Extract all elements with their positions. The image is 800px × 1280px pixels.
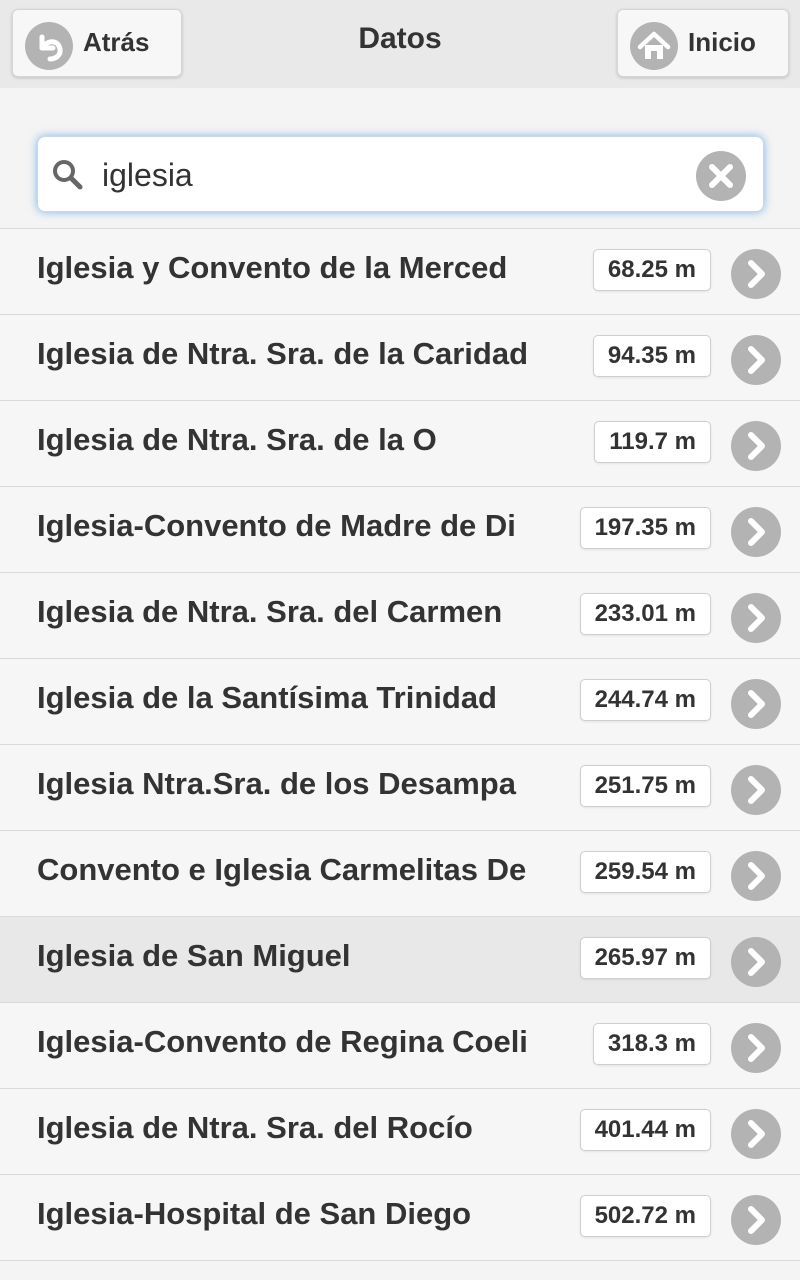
home-button[interactable]: Inicio xyxy=(617,9,789,77)
chevron-right-icon xyxy=(731,1023,781,1073)
distance-badge: 265.97 m xyxy=(579,937,711,979)
list-item[interactable]: Iglesia de Ntra. Sra. de la O 119.7 m xyxy=(0,401,800,487)
distance-badge: 119.7 m xyxy=(594,421,711,463)
list-item-name: Iglesia de Ntra. Sra. del Rocío xyxy=(37,1110,473,1145)
list-item[interactable]: Iglesia-Hospital de San Diego 502.72 m xyxy=(0,1175,800,1261)
home-icon xyxy=(630,22,678,70)
distance-badge: 68.25 m xyxy=(592,249,711,291)
search-icon xyxy=(53,160,83,190)
clear-icon[interactable] xyxy=(696,151,746,201)
distance-badge: 502.72 m xyxy=(579,1195,711,1237)
list-item[interactable]: Iglesia de San Miguel 265.97 m xyxy=(0,917,800,1003)
chevron-right-icon xyxy=(731,679,781,729)
list-item-name: Convento e Iglesia Carmelitas De xyxy=(37,852,527,887)
distance-badge: 244.74 m xyxy=(579,679,711,721)
list-item-name: Iglesia de San Miguel xyxy=(37,938,351,973)
distance-badge: 94.35 m xyxy=(592,335,711,377)
chevron-right-icon xyxy=(731,593,781,643)
list-item[interactable]: Iglesia Ntra.Sra. de los Desampa 251.75 … xyxy=(0,745,800,831)
list-item-name: Iglesia de la Santísima Trinidad xyxy=(37,680,497,715)
list-item-name: Iglesia de Ntra. Sra. del Carmen xyxy=(37,594,503,629)
list-item[interactable]: Iglesia de Ntra. Sra. del Carmen 233.01 … xyxy=(0,573,800,659)
list-item[interactable]: Convento e Iglesia Carmelitas De 259.54 … xyxy=(0,831,800,917)
chevron-right-icon xyxy=(731,335,781,385)
chevron-right-icon xyxy=(731,421,781,471)
distance-badge: 197.35 m xyxy=(579,507,711,549)
list-item[interactable]: Iglesia-Convento de Regina Coeli 318.3 m xyxy=(0,1003,800,1089)
list-item[interactable]: Iglesia de la Santísima Trinidad 244.74 … xyxy=(0,659,800,745)
search-bar xyxy=(0,88,800,229)
distance-badge: 233.01 m xyxy=(579,593,711,635)
list-item[interactable]: Iglesia de Ntra. Sra. del Rocío 401.44 m xyxy=(0,1089,800,1175)
list-item-name: Iglesia Ntra.Sra. de los Desampa xyxy=(37,766,516,801)
search-box[interactable] xyxy=(37,136,764,212)
distance-badge: 259.54 m xyxy=(579,851,711,893)
list-item-name: Iglesia-Convento de Regina Coeli xyxy=(37,1024,528,1059)
chevron-right-icon xyxy=(731,1195,781,1245)
distance-badge: 318.3 m xyxy=(592,1023,711,1065)
chevron-right-icon xyxy=(731,937,781,987)
chevron-right-icon xyxy=(731,249,781,299)
chevron-right-icon xyxy=(731,507,781,557)
list-item-name: Iglesia de Ntra. Sra. de la O xyxy=(37,422,437,457)
list-item-name: Iglesia y Convento de la Merced xyxy=(37,250,508,285)
chevron-right-icon xyxy=(731,765,781,815)
list-item[interactable]: Iglesia-Convento de Madre de Di 197.35 m xyxy=(0,487,800,573)
list-item-name: Iglesia-Convento de Madre de Di xyxy=(37,508,516,543)
distance-badge: 401.44 m xyxy=(579,1109,711,1151)
list-item-name: Iglesia de Ntra. Sra. de la Caridad xyxy=(37,336,529,371)
list-item-name: Iglesia-Hospital de San Diego xyxy=(37,1196,472,1231)
header-bar: Atrás Datos Inicio xyxy=(0,0,800,89)
chevron-right-icon xyxy=(731,851,781,901)
distance-badge: 251.75 m xyxy=(579,765,711,807)
search-input[interactable] xyxy=(100,151,664,199)
chevron-right-icon xyxy=(731,1109,781,1159)
home-button-label: Inicio xyxy=(688,27,756,57)
results-list: Iglesia y Convento de la Merced 68.25 m … xyxy=(0,229,800,1261)
list-item[interactable]: Iglesia y Convento de la Merced 68.25 m xyxy=(0,229,800,315)
list-item[interactable]: Iglesia de Ntra. Sra. de la Caridad 94.3… xyxy=(0,315,800,401)
